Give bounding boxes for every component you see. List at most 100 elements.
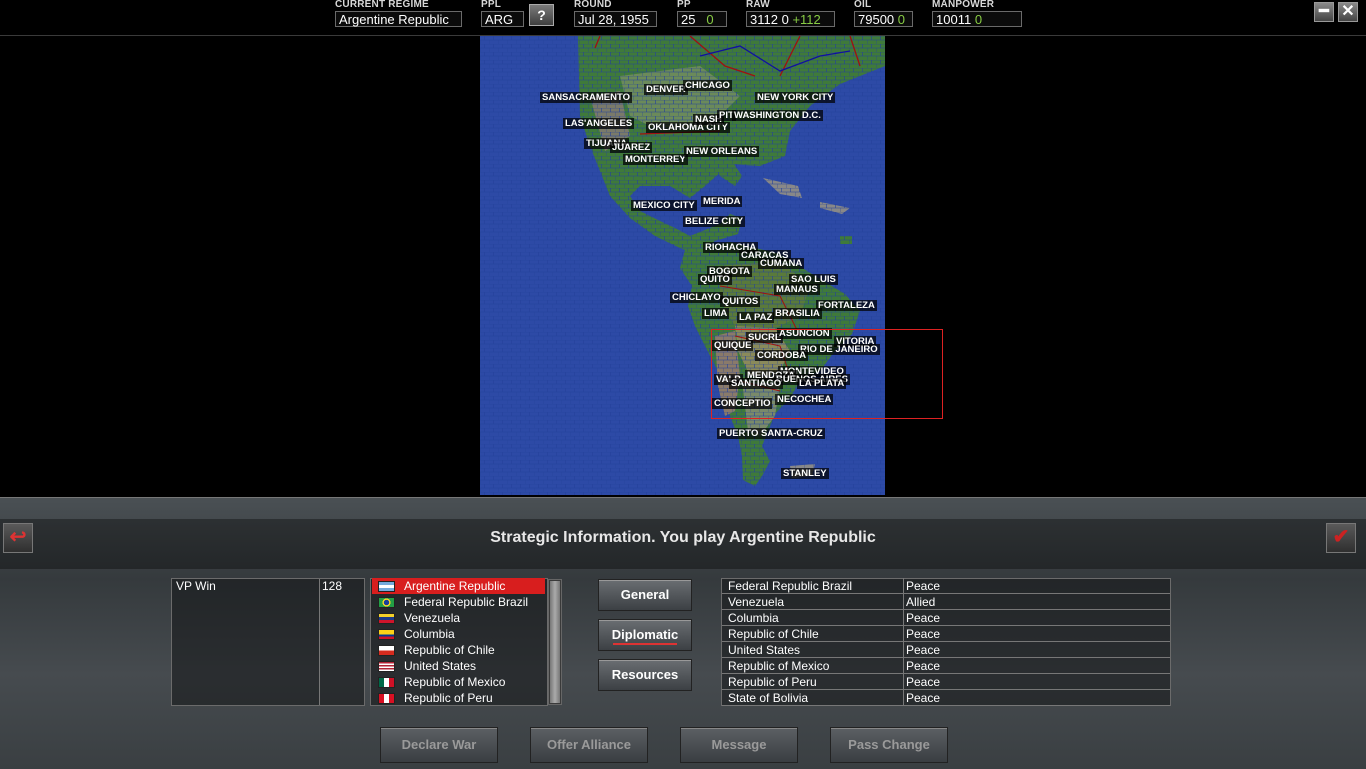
nation-list-item-chile[interactable]: Republic of Chile: [372, 642, 545, 658]
regime-stat: CURRENT REGIME Argentine Republic: [335, 0, 462, 27]
pp-value: 25: [681, 12, 696, 27]
map-city[interactable]: MANAUS: [774, 284, 820, 295]
relation-nation: Republic of Chile: [728, 627, 819, 641]
table-row[interactable]: State of Bolivia Peace: [722, 690, 1170, 706]
pass-change-button[interactable]: Pass Change: [830, 727, 948, 763]
table-row[interactable]: Republic of Peru Peace: [722, 674, 1170, 690]
map-city[interactable]: BRASILIA: [773, 308, 822, 319]
argentina-flag-icon: [378, 581, 395, 592]
brazil-flag-icon: [378, 597, 395, 608]
ppl-value: ARG: [481, 11, 524, 27]
map-city[interactable]: LAS'ANGELES: [563, 118, 635, 129]
nation-name: Republic of Peru: [404, 691, 493, 705]
oil-stat: OIL 79500 0: [854, 0, 913, 27]
declare-war-button[interactable]: Declare War: [380, 727, 498, 763]
table-row[interactable]: Venezuela Allied: [722, 594, 1170, 610]
strategic-map[interactable]: SANSACRAMENTO DENVER CHICAGO NEW YORK CI…: [480, 36, 885, 495]
map-city[interactable]: MONTERREY: [623, 154, 688, 165]
raw-box: 3112 0 +112: [746, 11, 835, 27]
relation-nation: United States: [728, 643, 801, 657]
relation-status: Peace: [906, 691, 941, 705]
checkmark-icon[interactable]: ✔: [1326, 523, 1356, 553]
relation-nation: Republic of Peru: [728, 675, 817, 689]
nation-name: Republic of Chile: [404, 643, 495, 657]
vp-value: 128: [322, 579, 343, 593]
close-icon[interactable]: ✕: [1338, 2, 1358, 22]
colombia-flag-icon: [378, 629, 395, 640]
manpower-box: 10011 0: [932, 11, 1022, 27]
minimize-icon[interactable]: ━: [1314, 2, 1334, 22]
map-city[interactable]: MEXICO CITY: [631, 200, 697, 211]
table-row[interactable]: Republic of Mexico Peace: [722, 658, 1170, 674]
tab-resources[interactable]: Resources: [598, 659, 692, 691]
tab-diplomatic[interactable]: Diplomatic: [598, 619, 692, 651]
nation-name: Argentine Republic: [404, 579, 506, 593]
oil-box: 79500 0: [854, 11, 913, 27]
nation-list-item-argentina[interactable]: Argentine Republic: [372, 578, 545, 594]
manpower-stat: MANPOWER 10011 0: [932, 0, 1022, 27]
tab-general[interactable]: General: [598, 579, 692, 611]
raw-stat: RAW 3112 0 +112: [746, 0, 835, 27]
map-city[interactable]: NEW YORK CITY: [755, 92, 836, 103]
venezuela-flag-icon: [378, 613, 395, 624]
pp-stat: PP 25 0: [677, 0, 727, 27]
nation-list-item-mexico[interactable]: Republic of Mexico: [372, 674, 545, 690]
manpower-delta: 0: [974, 12, 983, 27]
map-city[interactable]: WASHINGTON D.C.: [732, 110, 823, 121]
nation-list-item-united-states[interactable]: United States: [372, 658, 545, 674]
victory-points-box: [171, 578, 365, 706]
help-button[interactable]: ?: [529, 4, 554, 26]
map-city[interactable]: FORTALEZA: [816, 300, 877, 311]
nation-list-item-columbia[interactable]: Columbia: [372, 626, 545, 642]
message-button[interactable]: Message: [680, 727, 798, 763]
round-stat: ROUND Jul 28, 1955: [574, 0, 657, 27]
table-row[interactable]: Federal Republic Brazil Peace: [722, 578, 1170, 594]
relation-status: Peace: [906, 643, 941, 657]
table-row[interactable]: United States Peace: [722, 642, 1170, 658]
pp-label: PP: [677, 0, 691, 10]
map-city[interactable]: LIMA: [702, 308, 730, 319]
ppl-stat: PPL ARG: [481, 0, 524, 27]
map-city[interactable]: DENVER: [644, 84, 688, 95]
relation-nation: Columbia: [728, 611, 779, 625]
map-city[interactable]: PUERTO SANTA-CRUZ: [717, 428, 825, 439]
map-city[interactable]: STANLEY: [781, 468, 829, 479]
active-tab-underline: [613, 643, 677, 645]
nation-list-scrollbar[interactable]: [548, 579, 562, 705]
peru-flag-icon: [378, 693, 395, 704]
relation-status: Allied: [906, 595, 936, 609]
map-city[interactable]: LA PAZ: [737, 312, 775, 323]
map-city[interactable]: SANSACRAMENTO: [540, 92, 632, 103]
map-city[interactable]: QUITOS: [720, 296, 761, 307]
nation-name: Republic of Mexico: [404, 675, 506, 689]
regime-value: Argentine Republic: [335, 11, 462, 27]
map-city[interactable]: QUITO: [698, 274, 732, 285]
offer-alliance-button[interactable]: Offer Alliance: [530, 727, 648, 763]
nation-name: Venezuela: [404, 611, 461, 625]
map-terrain: [480, 36, 885, 495]
map-city[interactable]: BELIZE CITY: [683, 216, 746, 227]
map-city[interactable]: CHICLAYO: [670, 292, 723, 303]
map-city[interactable]: CUMANA: [758, 258, 805, 269]
manpower-value: 10011: [936, 12, 972, 27]
chile-flag-icon: [378, 645, 395, 656]
resource-bar: CURRENT REGIME Argentine Republic PPL AR…: [0, 0, 1366, 36]
relation-status: Peace: [906, 579, 941, 593]
raw-income: +112: [792, 12, 821, 27]
relation-nation: Federal Republic Brazil: [728, 579, 853, 593]
nation-list-item-brazil[interactable]: Federal Republic Brazil: [372, 594, 545, 610]
relation-status: Peace: [906, 675, 941, 689]
table-row[interactable]: Republic of Chile Peace: [722, 626, 1170, 642]
scrollbar-thumb[interactable]: [550, 581, 560, 703]
regime-label: CURRENT REGIME: [335, 0, 429, 10]
map-city[interactable]: JUAREZ: [610, 142, 653, 153]
table-row[interactable]: Columbia Peace: [722, 610, 1170, 626]
pp-box: 25 0: [677, 11, 727, 27]
oil-delta: 0: [897, 12, 906, 27]
map-city[interactable]: CHICAGO: [683, 80, 732, 91]
map-city[interactable]: MERIDA: [701, 196, 743, 207]
manpower-label: MANPOWER: [932, 0, 995, 10]
nation-list-item-peru[interactable]: Republic of Peru: [372, 690, 545, 706]
nation-list-item-venezuela[interactable]: Venezuela: [372, 610, 545, 626]
map-city[interactable]: NEW ORLEANS: [684, 146, 760, 157]
